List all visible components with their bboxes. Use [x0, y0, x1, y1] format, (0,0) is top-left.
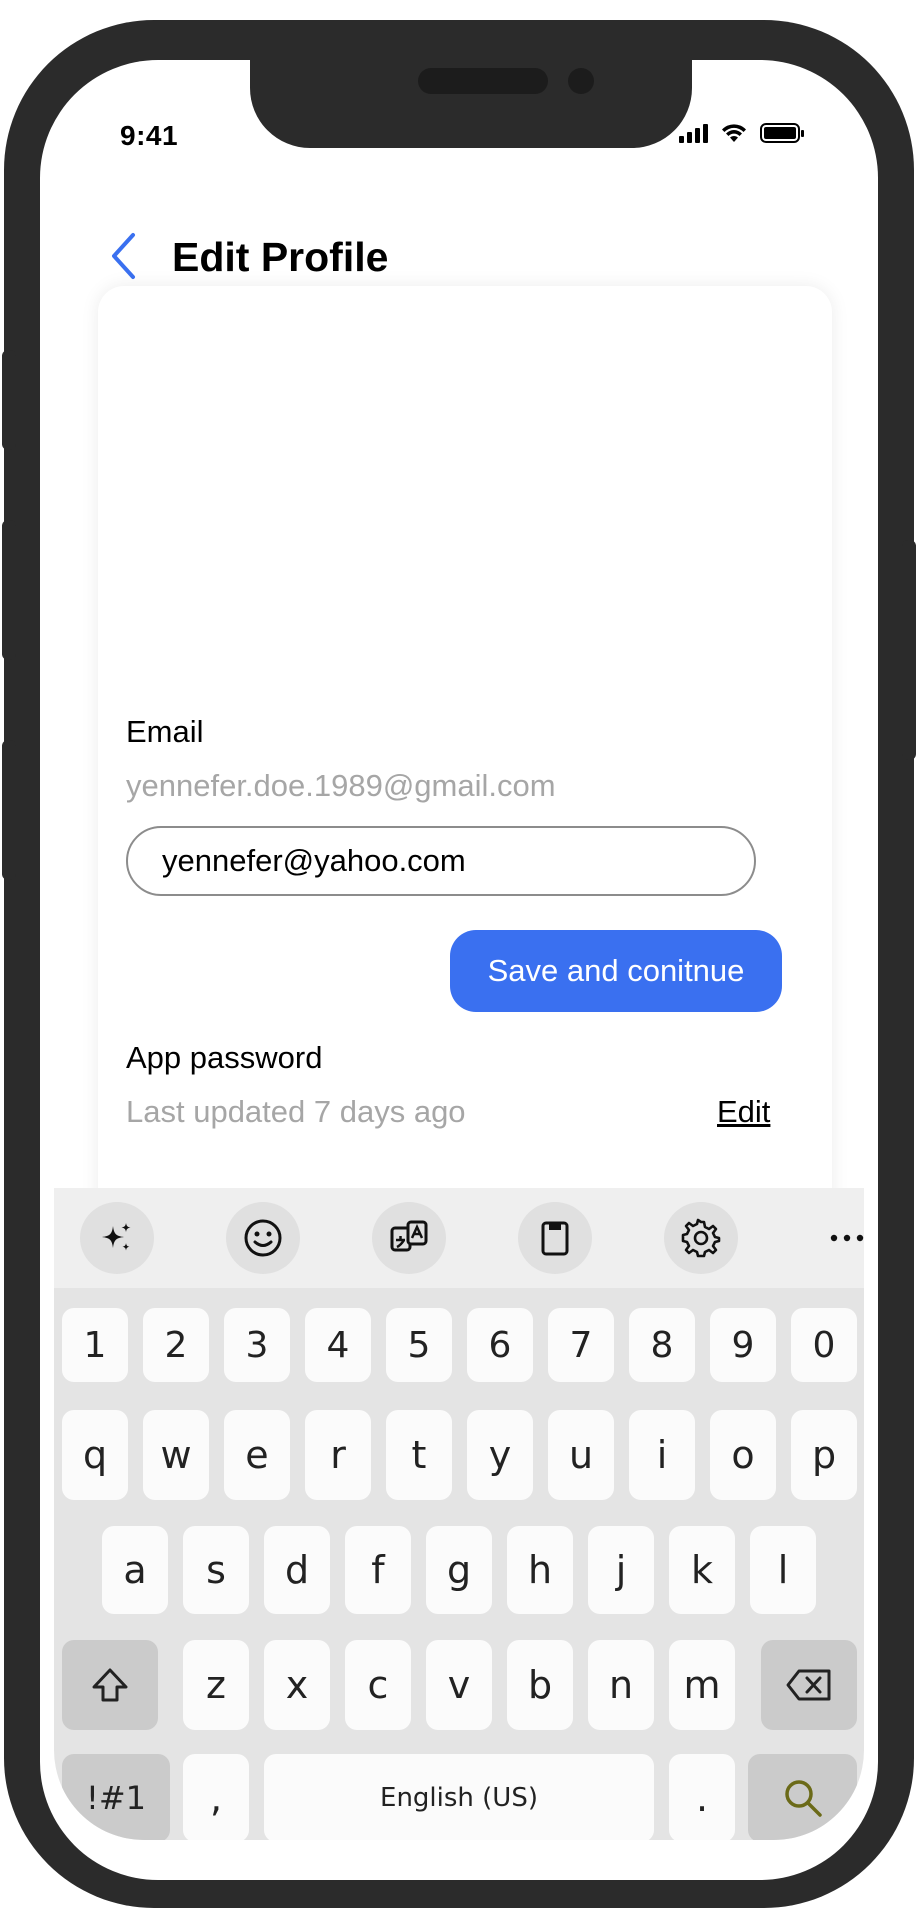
back-button[interactable]	[100, 228, 148, 284]
screen: 9:41 Edit Profile Email yennefer.doe.198…	[40, 60, 878, 1880]
key-f[interactable]: f	[345, 1526, 411, 1614]
translate-icon[interactable]	[372, 1202, 446, 1274]
volume-up-button	[2, 520, 16, 660]
space-key[interactable]: English (US)	[264, 1754, 654, 1840]
edit-password-link[interactable]: Edit	[717, 1094, 770, 1130]
symbols-key[interactable]: !#1	[62, 1754, 170, 1840]
key-l[interactable]: l	[750, 1526, 816, 1614]
key-h[interactable]: h	[507, 1526, 573, 1614]
volume-down-button	[2, 740, 16, 880]
key-b[interactable]: b	[507, 1640, 573, 1730]
key-t[interactable]: t	[386, 1410, 452, 1500]
key-0[interactable]: 0	[791, 1308, 857, 1382]
email-label: Email	[126, 714, 204, 749]
mute-switch	[2, 350, 16, 450]
key-w[interactable]: w	[143, 1410, 209, 1500]
key-z[interactable]: z	[183, 1640, 249, 1730]
emoji-icon[interactable]	[226, 1202, 300, 1274]
key-c[interactable]: c	[345, 1640, 411, 1730]
key-1[interactable]: 1	[62, 1308, 128, 1382]
key-9[interactable]: 9	[710, 1308, 776, 1382]
key-n[interactable]: n	[588, 1640, 654, 1730]
notch	[250, 60, 692, 148]
key-y[interactable]: y	[467, 1410, 533, 1500]
backspace-key[interactable]	[761, 1640, 857, 1730]
search-icon	[784, 1780, 822, 1817]
phone-frame: 9:41 Edit Profile Email yennefer.doe.198…	[2, 20, 916, 1908]
battery-icon	[760, 123, 804, 143]
key-v[interactable]: v	[426, 1640, 492, 1730]
cellular-signal-icon	[679, 123, 708, 143]
key-7[interactable]: 7	[548, 1308, 614, 1382]
sparkle-icon[interactable]	[80, 1202, 154, 1274]
shift-icon	[92, 1668, 128, 1702]
power-button	[902, 540, 916, 760]
key-e[interactable]: e	[224, 1410, 290, 1500]
chevron-left-icon	[112, 233, 135, 279]
gear-icon[interactable]	[664, 1202, 738, 1274]
key-q[interactable]: q	[62, 1410, 128, 1500]
key-4[interactable]: 4	[305, 1308, 371, 1382]
backspace-icon	[786, 1669, 831, 1701]
more-icon[interactable]	[810, 1202, 864, 1274]
save-and-continue-button[interactable]: Save and conitnue	[450, 930, 782, 1012]
app-password-label: App password	[126, 1040, 323, 1075]
keyboard-toolbar	[54, 1188, 864, 1288]
key-r[interactable]: r	[305, 1410, 371, 1500]
key-a[interactable]: a	[102, 1526, 168, 1614]
key-u[interactable]: u	[548, 1410, 614, 1500]
key-5[interactable]: 5	[386, 1308, 452, 1382]
key-x[interactable]: x	[264, 1640, 330, 1730]
key-d[interactable]: d	[264, 1526, 330, 1614]
key-k[interactable]: k	[669, 1526, 735, 1614]
current-email: yennefer.doe.1989@gmail.com	[126, 768, 556, 803]
email-input[interactable]: yennefer@yahoo.com	[126, 826, 756, 896]
key-j[interactable]: j	[588, 1526, 654, 1614]
page-title: Edit Profile	[172, 234, 389, 280]
front-camera	[568, 68, 594, 94]
key-2[interactable]: 2	[143, 1308, 209, 1382]
search-key[interactable]	[748, 1754, 857, 1840]
key-s[interactable]: s	[183, 1526, 249, 1614]
speaker-grille	[418, 68, 548, 94]
clipboard-icon[interactable]	[518, 1202, 592, 1274]
period-key[interactable]: .	[669, 1754, 735, 1840]
shift-key[interactable]	[62, 1640, 158, 1730]
key-6[interactable]: 6	[467, 1308, 533, 1382]
key-8[interactable]: 8	[629, 1308, 695, 1382]
header: Edit Profile	[40, 210, 878, 290]
key-3[interactable]: 3	[224, 1308, 290, 1382]
password-last-updated: Last updated 7 days ago	[126, 1094, 466, 1129]
wifi-icon	[722, 124, 746, 142]
key-p[interactable]: p	[791, 1410, 857, 1500]
status-icons	[679, 122, 804, 144]
key-m[interactable]: m	[669, 1640, 735, 1730]
key-o[interactable]: o	[710, 1410, 776, 1500]
keyboard: 1 2 3 4 5 6 7 8 9 0 q w e r t y u i o p …	[54, 1188, 864, 1840]
key-i[interactable]: i	[629, 1410, 695, 1500]
status-time: 9:41	[120, 120, 179, 151]
comma-key[interactable]: ,	[183, 1754, 249, 1840]
key-g[interactable]: g	[426, 1526, 492, 1614]
